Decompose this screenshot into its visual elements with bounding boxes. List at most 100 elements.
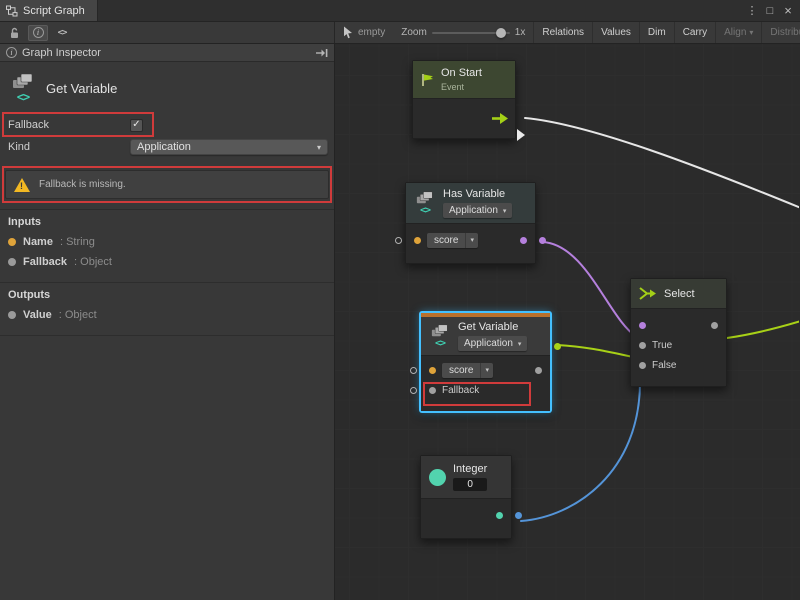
node-get-variable[interactable]: <> Get Variable Application▾ score▾ — [420, 312, 551, 412]
node-has-variable[interactable]: <> Has Variable Application▾ score▾ — [405, 182, 536, 264]
has-variable-output-port[interactable] — [539, 237, 546, 244]
inspector-title: Graph Inspector — [22, 47, 310, 59]
canvas-toolbar: empty Zoom 1x Relations Values Dim Carry… — [335, 22, 800, 43]
checkmark-icon: ✓ — [132, 120, 140, 130]
input-port-row: Name : String — [0, 232, 334, 252]
window-title: Script Graph — [23, 5, 85, 17]
variable-name-dropdown[interactable]: score▾ — [427, 233, 478, 248]
divider — [0, 335, 334, 336]
fallback-port[interactable] — [429, 387, 436, 394]
wire-on-start[interactable] — [525, 118, 799, 208]
output-port-row: Value : Object — [0, 305, 334, 325]
chevron-down-icon: ▾ — [480, 363, 493, 378]
bool-output-port[interactable] — [520, 237, 527, 244]
on-start-output-port[interactable] — [517, 129, 525, 141]
zoom-control: Zoom 1x — [393, 22, 533, 43]
chevron-down-icon: ▾ — [518, 340, 522, 348]
get-variable-fallback-input-port[interactable] — [410, 387, 417, 394]
integer-output-wire-port[interactable] — [515, 512, 522, 519]
has-variable-input-port[interactable] — [395, 237, 402, 244]
chevron-down-icon: ▾ — [503, 207, 507, 215]
flag-icon — [421, 73, 434, 87]
inputs-header: Inputs — [0, 210, 334, 232]
integer-icon — [429, 469, 446, 486]
outputs-header: Outputs — [0, 283, 334, 305]
selection-label: empty — [358, 27, 385, 38]
fallback-field-label: Fallback — [8, 119, 130, 131]
select-true-row: True — [631, 335, 726, 355]
zoom-slider-knob[interactable] — [496, 28, 506, 38]
get-variable-kind-dropdown[interactable]: Application▾ — [458, 336, 527, 351]
node-on-start[interactable]: On Start Event — [412, 60, 516, 139]
event-flow-arrow-icon — [492, 112, 509, 125]
kind-dropdown[interactable]: Application ▾ — [130, 139, 328, 155]
title-bar: Script Graph ⋮ □ × — [0, 0, 800, 22]
has-variable-kind-dropdown[interactable]: Application▾ — [443, 203, 512, 218]
fallback-field-row: Fallback ✓ — [0, 114, 334, 136]
menu-icon[interactable]: ⋮ — [744, 4, 760, 17]
select-condition-row — [631, 315, 726, 335]
align-button[interactable]: Align▾ — [715, 22, 761, 43]
variable-icon: <> — [435, 338, 445, 349]
wire-get-variable-to-select-true[interactable] — [557, 345, 638, 358]
inspector-info-toggle[interactable]: i — [28, 25, 48, 41]
zoom-label: Zoom — [401, 27, 427, 38]
variable-name-dropdown[interactable]: score▾ — [442, 363, 493, 378]
info-icon: i — [33, 27, 44, 38]
get-variable-value-port[interactable] — [554, 343, 561, 350]
variable-icon: <> — [420, 205, 430, 216]
select-false-row: False — [631, 355, 726, 375]
node-preview: <> Get Variable — [0, 62, 334, 114]
selection-output-port[interactable] — [711, 322, 718, 329]
kind-field-label: Kind — [8, 141, 130, 153]
select-icon — [639, 287, 657, 300]
zoom-slider[interactable] — [432, 28, 510, 38]
info-icon: i — [6, 47, 17, 58]
integer-value-field[interactable]: 0 — [453, 478, 487, 491]
object-port-icon — [8, 311, 16, 319]
lock-icon[interactable] — [4, 25, 24, 41]
wire-select-output[interactable] — [727, 321, 799, 338]
wires-layer — [335, 44, 799, 600]
value-output-port[interactable] — [535, 367, 542, 374]
carry-button[interactable]: Carry — [674, 22, 715, 43]
input-port-row: Fallback : Object — [0, 252, 334, 272]
script-graph-tab[interactable]: Script Graph — [0, 0, 98, 21]
inspector-toolbar: i <> — [0, 22, 335, 43]
graph-inspector-panel: i Graph Inspector <> Get Variable Fallba… — [0, 44, 335, 600]
node-select[interactable]: Select True False — [630, 278, 727, 387]
warning-icon: ! — [14, 178, 30, 192]
string-port[interactable] — [429, 367, 436, 374]
zoom-value: 1x — [515, 27, 526, 38]
values-button[interactable]: Values — [592, 22, 639, 43]
warning-area: ! Fallback is missing. — [0, 170, 334, 199]
script-graph-window: Script Graph ⋮ □ × i <> empty — [0, 0, 800, 600]
true-port[interactable] — [639, 342, 646, 349]
wire-has-variable-to-select[interactable] — [543, 242, 637, 337]
node-integer[interactable]: Integer 0 — [420, 455, 512, 539]
cursor-icon — [343, 26, 353, 39]
maximize-icon[interactable]: □ — [762, 5, 778, 17]
object-port-icon — [8, 258, 16, 266]
get-variable-icon: <> — [17, 90, 29, 104]
fallback-checkbox[interactable]: ✓ — [130, 119, 143, 132]
graph-canvas[interactable]: On Start Event <> Has Variabl — [335, 44, 800, 600]
condition-port[interactable] — [639, 322, 646, 329]
close-icon[interactable]: × — [780, 3, 796, 18]
dim-button[interactable]: Dim — [639, 22, 674, 43]
chevron-down-icon: ▾ — [749, 29, 753, 37]
integer-output-port[interactable] — [496, 512, 503, 519]
code-preview-toggle[interactable]: <> — [52, 25, 72, 41]
relations-button[interactable]: Relations — [533, 22, 592, 43]
inspector-header: i Graph Inspector — [0, 44, 334, 62]
selection-status: empty — [335, 22, 393, 43]
toolbar: i <> empty Zoom 1x Relations Values Dim — [0, 22, 800, 44]
get-variable-name-input-port[interactable] — [410, 367, 417, 374]
warning-box: ! Fallback is missing. — [5, 170, 329, 199]
warning-text: Fallback is missing. — [39, 179, 126, 190]
false-port[interactable] — [639, 362, 646, 369]
dock-inspector-icon[interactable] — [315, 48, 328, 58]
string-port-icon — [8, 238, 16, 246]
string-port[interactable] — [414, 237, 421, 244]
distribute-button[interactable]: Distribute▾ — [761, 22, 800, 43]
